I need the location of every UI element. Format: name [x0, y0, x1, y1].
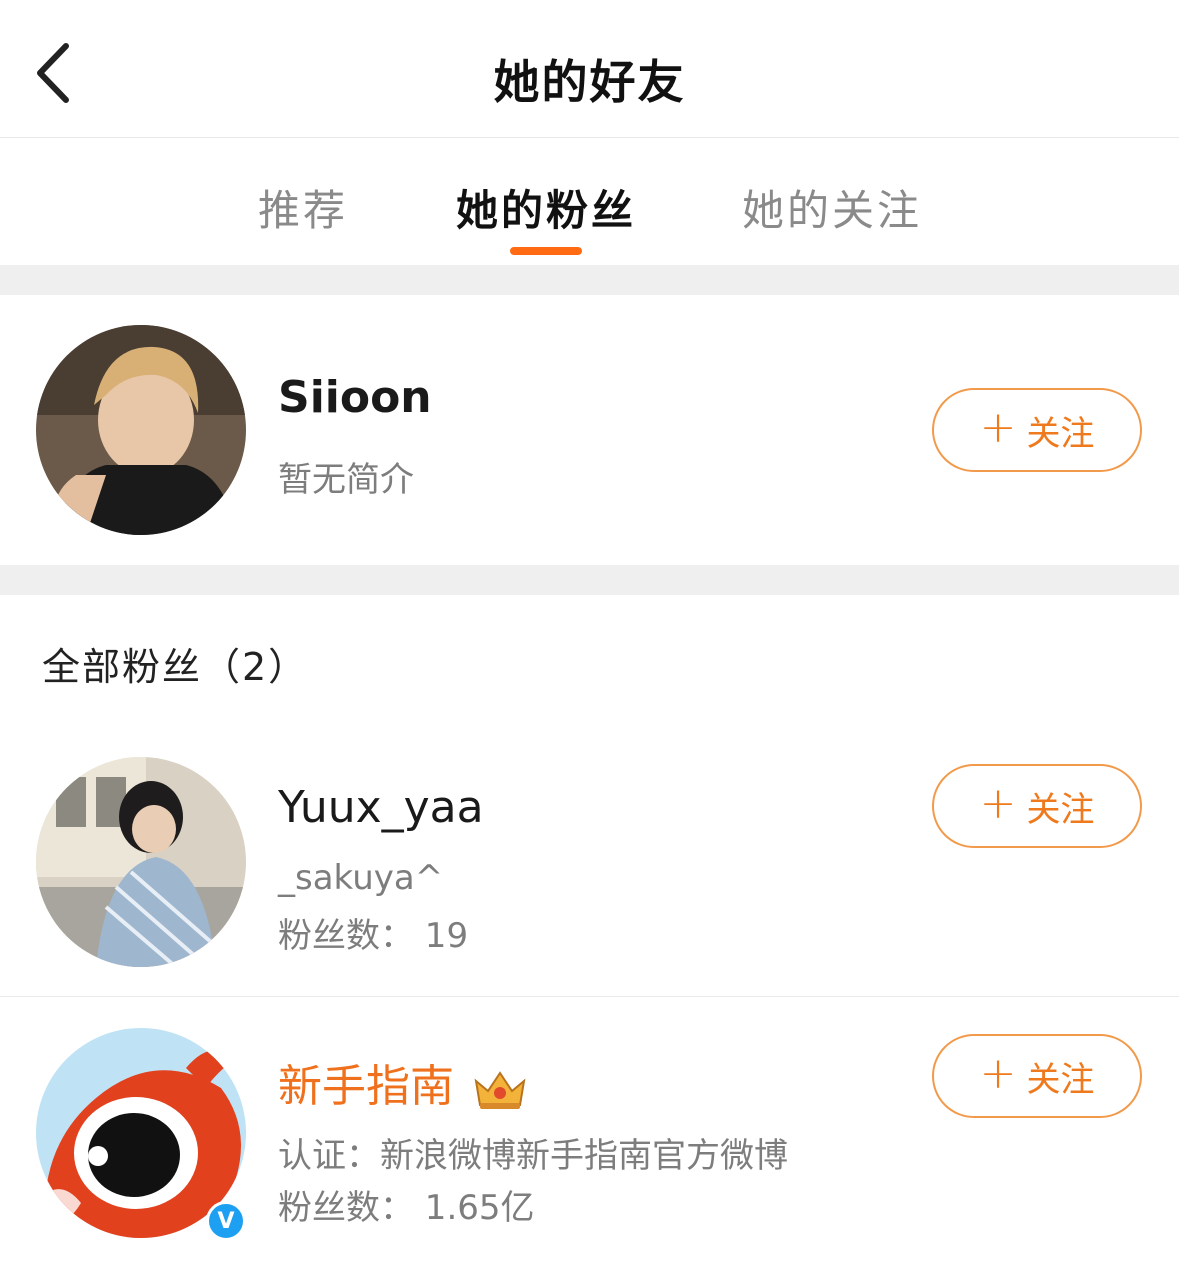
avatar-siioon[interactable] — [36, 325, 246, 535]
plus-icon: + — [979, 402, 1017, 453]
row-divider — [0, 996, 1179, 997]
follow-button-yuux-yaa[interactable]: + 关注 — [932, 764, 1142, 848]
featured-user-name[interactable]: Siioon — [278, 372, 432, 423]
crown-icon — [474, 1071, 526, 1109]
follow-label: 关注 — [1026, 413, 1095, 454]
plus-icon: + — [979, 778, 1017, 829]
avatar-yuux-yaa[interactable] — [36, 757, 246, 967]
tab-recommend[interactable]: 推荐 — [258, 177, 348, 238]
all-fans-title: 全部粉丝（2） — [42, 645, 309, 689]
featured-user-bio: 暂无简介 — [278, 460, 414, 500]
fan-verification: 认证：新浪微博新手指南官方微博 — [278, 1136, 788, 1176]
follow-label: 关注 — [1026, 1059, 1095, 1100]
nav-bar: 她的好友 — [0, 0, 1179, 138]
fan-subtitle: _sakuya^ — [278, 858, 444, 898]
page-title: 她的好友 — [493, 55, 686, 109]
tab-her-following[interactable]: 她的关注 — [742, 177, 922, 238]
verified-badge-icon: V — [206, 1201, 246, 1241]
section-gap — [0, 265, 1179, 295]
plus-icon: + — [979, 1048, 1017, 1099]
follow-button-xinshou-zhinan[interactable]: + 关注 — [932, 1034, 1142, 1118]
section-gap — [0, 565, 1179, 595]
active-tab-indicator — [510, 247, 582, 255]
screen: 她的好友 推荐 她的粉丝 她的关注 Siioon 暂无简介 + 关注 全部粉丝（… — [0, 0, 1179, 1262]
tab-her-fans[interactable]: 她的粉丝 — [456, 177, 636, 238]
fan-name-yuux-yaa[interactable]: Yuux_yaa — [278, 782, 484, 833]
follow-button-siioon[interactable]: + 关注 — [932, 388, 1142, 472]
fan-follower-count: 粉丝数： 19 — [278, 916, 469, 956]
follow-label: 关注 — [1026, 789, 1095, 830]
tab-bar: 推荐 她的粉丝 她的关注 — [0, 139, 1179, 265]
fan-name-text: 新手指南 — [278, 1061, 454, 1112]
fan-name-xinshou-zhinan[interactable]: 新手指南 — [278, 1050, 528, 1114]
fan-follower-count: 粉丝数： 1.65亿 — [278, 1188, 535, 1228]
